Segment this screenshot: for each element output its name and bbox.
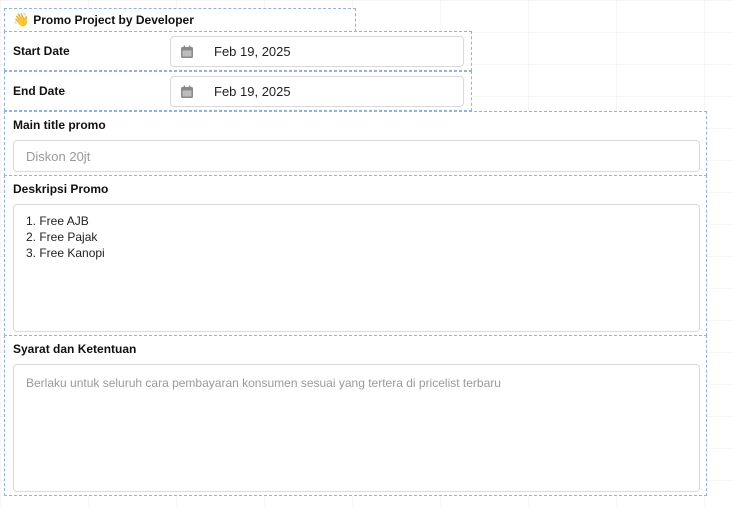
description-section: Deskripsi Promo 1. Free AJB 2. Free Paja… xyxy=(4,175,707,336)
terms-section: Syarat dan Ketentuan Berlaku untuk selur… xyxy=(4,335,707,496)
page-title: Promo Project by Developer xyxy=(33,13,194,27)
description-line: 1. Free AJB xyxy=(26,214,89,228)
end-date-value: Feb 19, 2025 xyxy=(214,84,291,99)
promo-header-content: 👋 Promo Project by Developer xyxy=(13,12,194,28)
description-textarea[interactable]: 1. Free AJB 2. Free Pajak 3. Free Kanopi xyxy=(13,204,700,332)
description-label: Deskripsi Promo xyxy=(13,182,109,196)
start-date-value: Feb 19, 2025 xyxy=(214,44,291,59)
end-date-picker[interactable]: Feb 19, 2025 xyxy=(170,76,464,107)
terms-placeholder: Berlaku untuk seluruh cara pembayaran ko… xyxy=(26,376,501,390)
end-date-label: End Date xyxy=(13,84,66,98)
start-date-row: Start Date Feb 19, 2025 xyxy=(4,31,472,71)
terms-textarea[interactable]: Berlaku untuk seluruh cara pembayaran ko… xyxy=(13,364,700,492)
start-date-label: Start Date xyxy=(13,44,70,58)
description-line: 2. Free Pajak xyxy=(26,230,98,244)
main-title-label: Main title promo xyxy=(13,118,106,132)
waving-hand-icon: 👋 xyxy=(13,12,30,27)
main-title-section: Main title promo Diskon 20jt xyxy=(4,111,707,176)
calendar-icon xyxy=(181,45,193,58)
main-title-input[interactable]: Diskon 20jt xyxy=(13,140,700,172)
terms-label: Syarat dan Ketentuan xyxy=(13,342,137,356)
end-date-row: End Date Feb 19, 2025 xyxy=(4,71,472,111)
form-canvas: 👋 Promo Project by Developer Start Date … xyxy=(0,0,733,507)
promo-header: 👋 Promo Project by Developer xyxy=(4,8,356,32)
main-title-placeholder: Diskon 20jt xyxy=(26,148,91,164)
description-line: 3. Free Kanopi xyxy=(26,246,105,260)
calendar-icon xyxy=(181,85,193,98)
start-date-picker[interactable]: Feb 19, 2025 xyxy=(170,36,464,67)
